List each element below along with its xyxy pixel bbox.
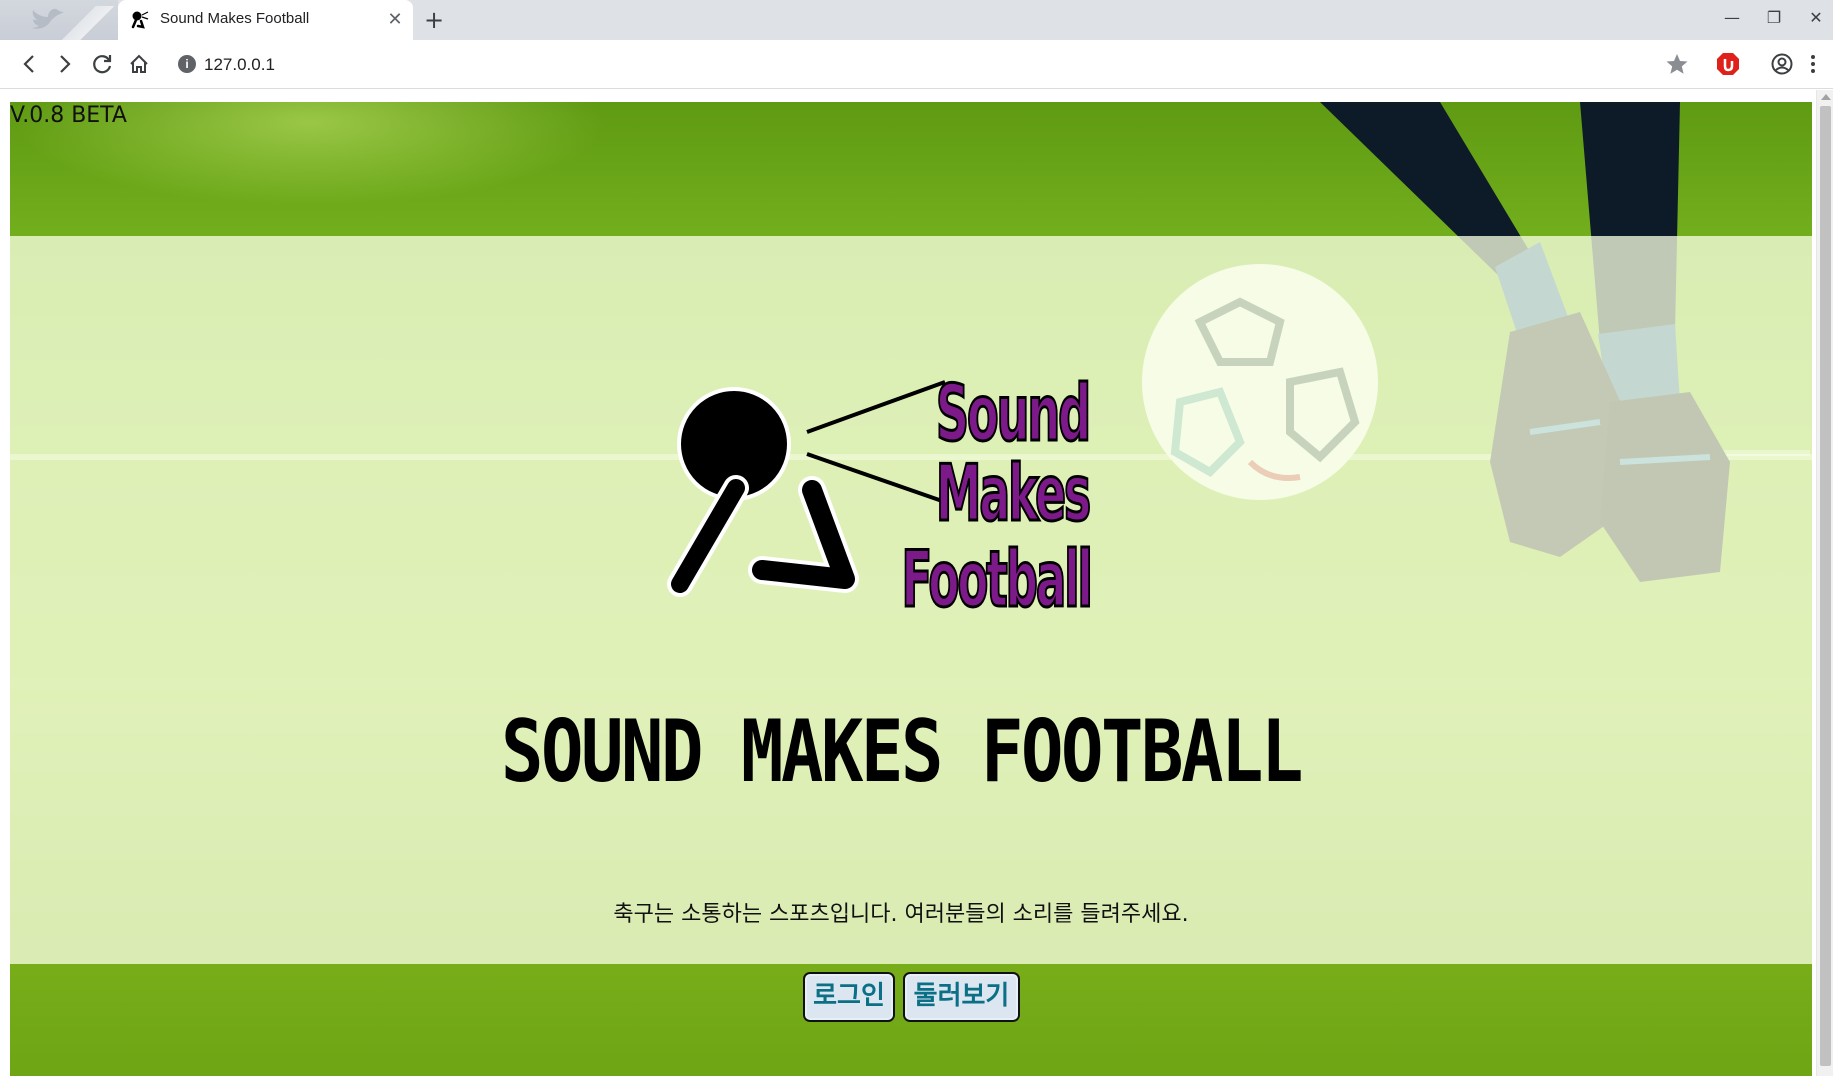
home-icon — [130, 54, 148, 73]
browser-toolbar: i 127.0.0.1 — [0, 40, 1833, 89]
reload-button[interactable] — [87, 49, 117, 79]
inactive-tab[interactable] — [0, 0, 118, 40]
scrollbar-thumb[interactable] — [1820, 106, 1831, 1066]
page-viewport: V.0.8 BETA Sound Makes Football SOUND MA… — [0, 90, 1833, 1076]
restore-button[interactable]: ❐ — [1754, 4, 1794, 32]
scroll-up-icon[interactable] — [1821, 94, 1831, 100]
url-text[interactable]: 127.0.0.1 — [204, 55, 275, 75]
menu-icon[interactable] — [1806, 51, 1820, 77]
back-button[interactable] — [14, 49, 44, 79]
new-tab-button[interactable]: + — [420, 6, 448, 34]
info-icon[interactable]: i — [178, 55, 196, 73]
tab-strip: Sound Makes Football ✕ + — ❐ ✕ — [0, 0, 1833, 40]
back-icon — [23, 55, 34, 73]
account-icon[interactable] — [1769, 51, 1795, 77]
tab-close-icon[interactable]: ✕ — [385, 10, 405, 30]
close-window-button[interactable]: ✕ — [1796, 4, 1833, 32]
version-label: V.0.8 BETA — [10, 103, 127, 128]
vertical-scrollbar[interactable] — [1816, 90, 1833, 1076]
site-favicon-icon — [131, 11, 149, 29]
star-icon[interactable] — [1664, 51, 1690, 77]
login-button[interactable]: 로그인 — [803, 972, 895, 1022]
home-button[interactable] — [124, 49, 154, 79]
tagline: 축구는 소통하는 스포츠입니다. 여러분들의 소리를 들려주세요. — [613, 902, 1189, 927]
page-title: SOUND MAKES FOOTBALL — [501, 702, 1303, 802]
forward-icon — [60, 55, 71, 73]
adblock-icon[interactable] — [1715, 51, 1741, 77]
browse-button[interactable]: 둘러보기 — [903, 972, 1020, 1022]
tab-thumbnail — [58, 6, 118, 40]
reload-icon — [93, 55, 112, 74]
logo-word-1: Sound — [936, 368, 1089, 459]
site-logo: Sound Makes Football — [667, 367, 1095, 617]
tab-title: Sound Makes Football — [160, 10, 310, 27]
logo-word-2: Makes — [936, 448, 1089, 539]
minimize-button[interactable]: — — [1712, 4, 1752, 32]
logo-word-3: Football — [901, 534, 1090, 617]
active-tab[interactable]: Sound Makes Football ✕ — [118, 0, 413, 40]
forward-button[interactable] — [50, 49, 80, 79]
address-bar[interactable]: i 127.0.0.1 — [170, 47, 1670, 81]
